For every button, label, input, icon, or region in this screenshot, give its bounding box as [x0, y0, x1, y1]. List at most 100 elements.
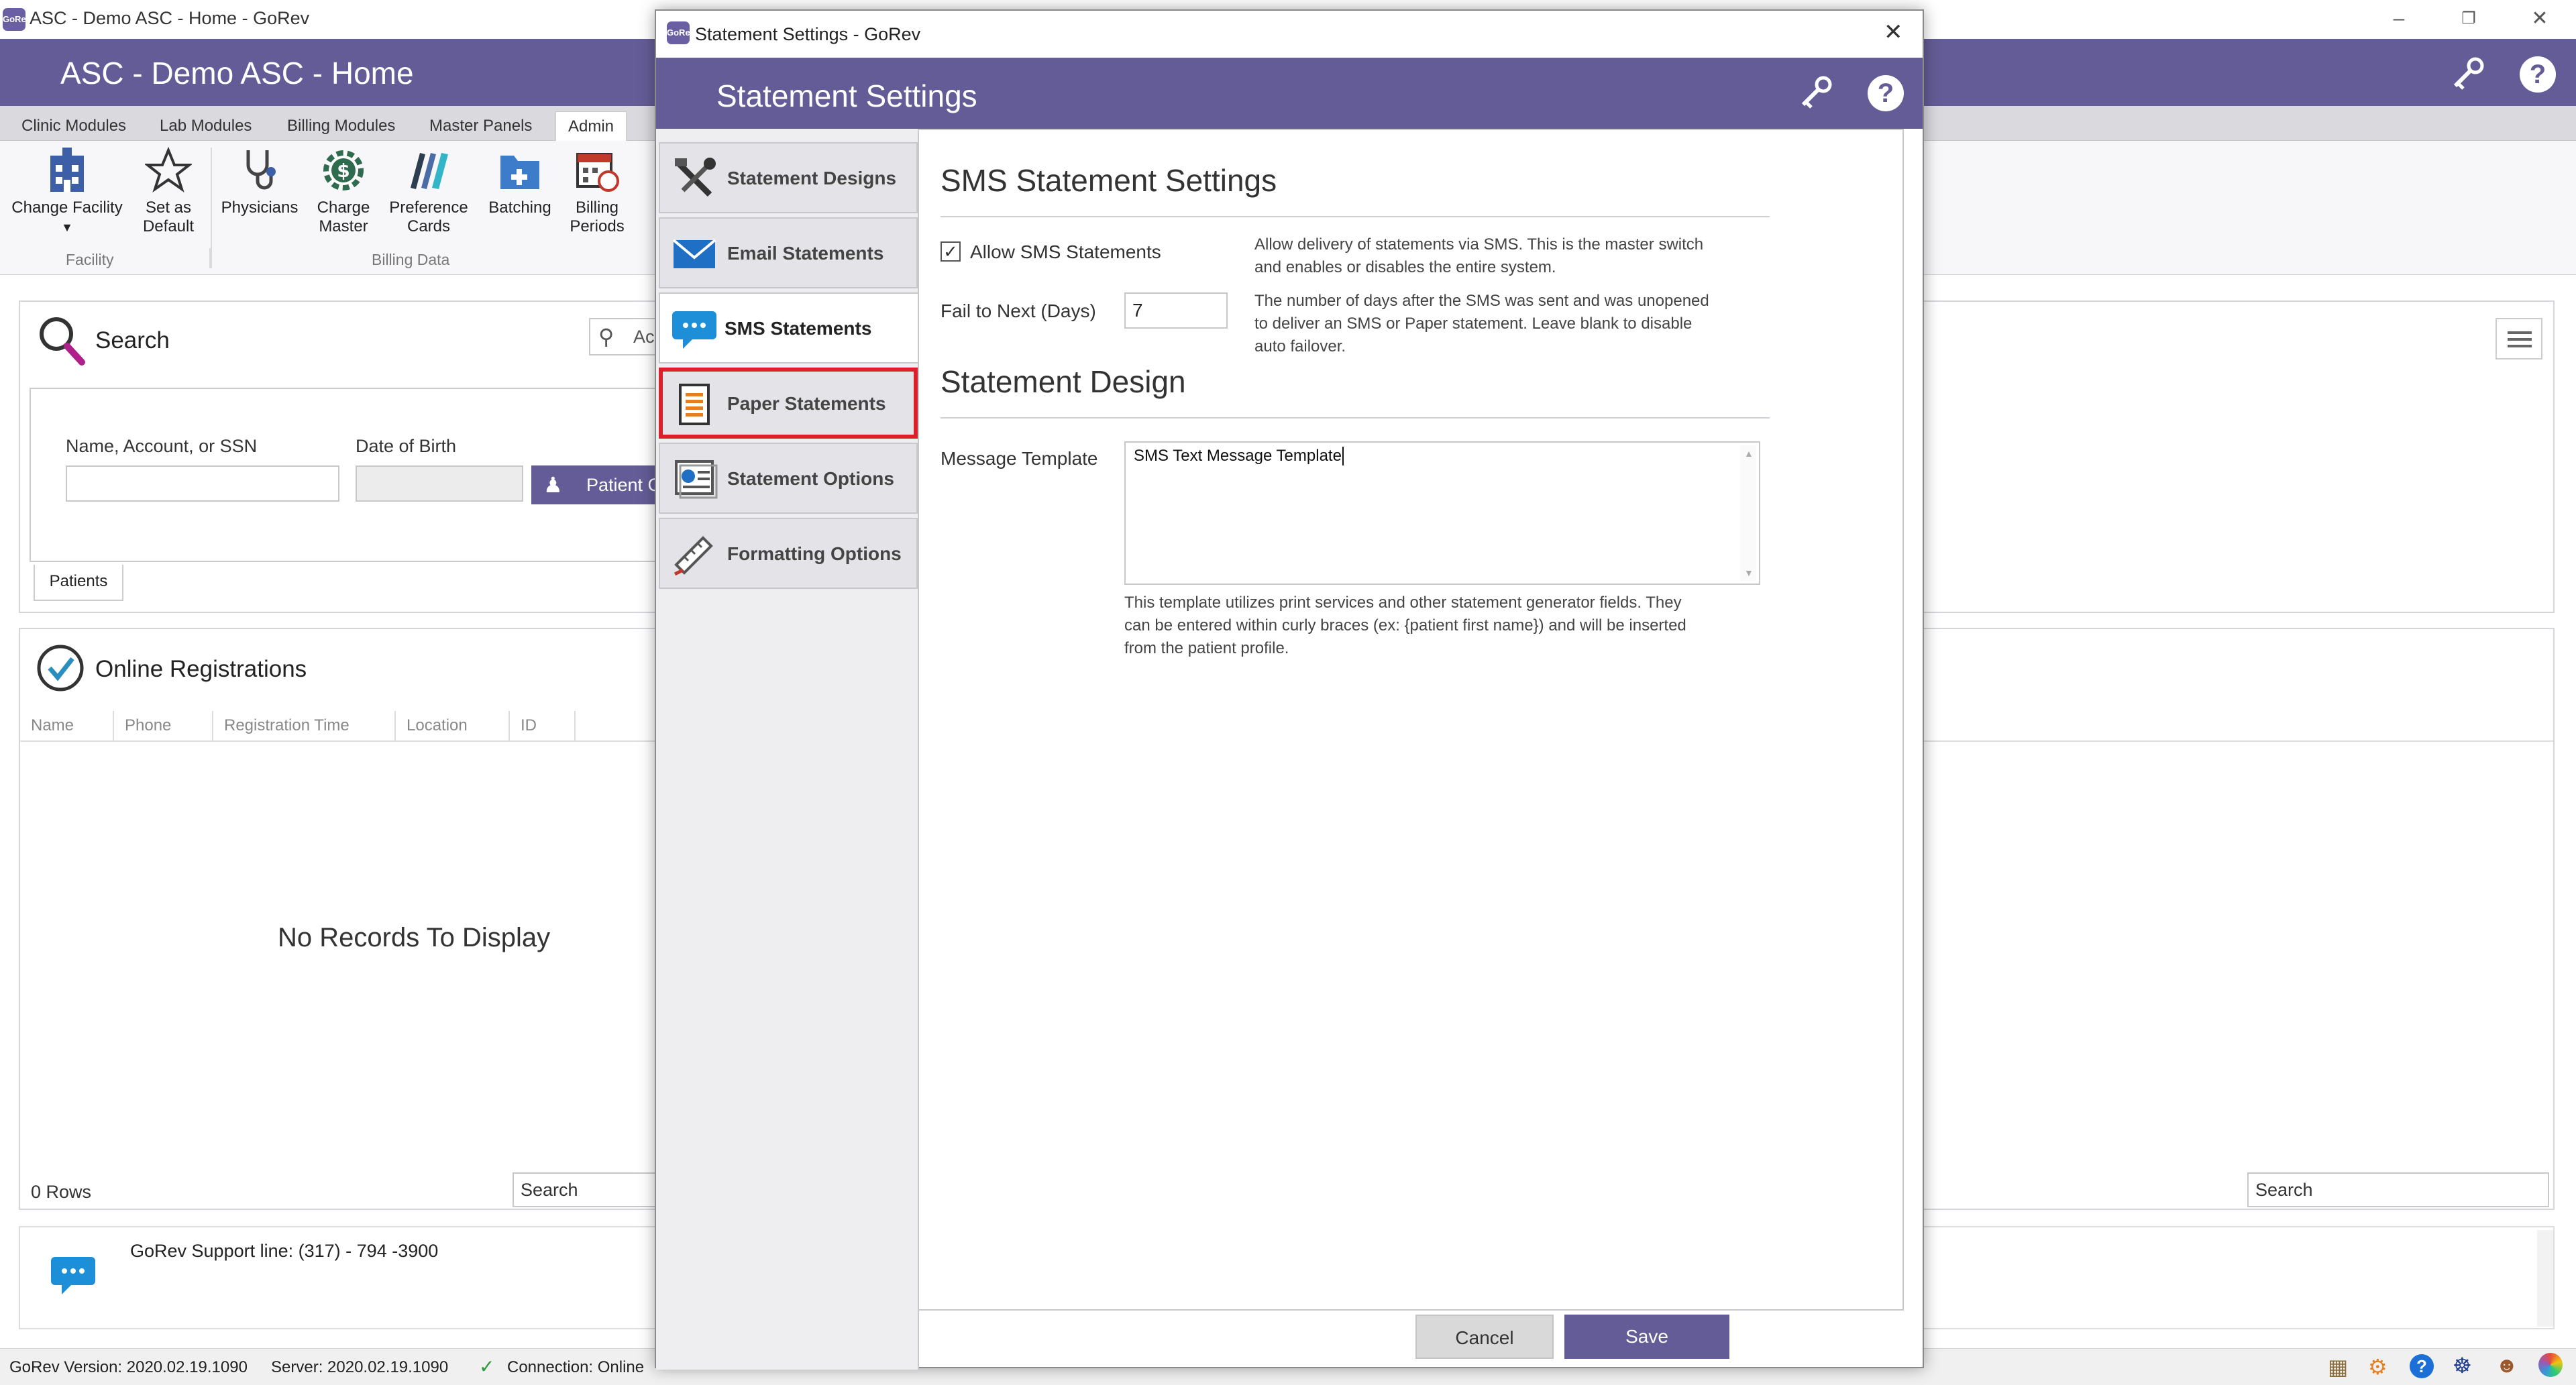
- message-template-textarea[interactable]: SMS Text Message Template ▲ ▼: [1124, 441, 1760, 585]
- check-circle-icon: [37, 645, 84, 691]
- allow-sms-checkbox[interactable]: ✓: [941, 241, 961, 262]
- name-account-ssn-label: Name, Account, or SSN: [66, 436, 258, 456]
- connection-status: Connection: Online: [507, 1358, 645, 1376]
- dialog-help-icon[interactable]: ?: [1868, 75, 1904, 111]
- envelope-icon: [672, 239, 716, 268]
- calendar-clock-icon: [576, 153, 619, 192]
- column-location[interactable]: Location: [396, 711, 510, 740]
- dialog-app-icon: GoRev: [667, 21, 695, 44]
- bug-icon[interactable]: ☸: [2453, 1353, 2472, 1378]
- tab-patients[interactable]: Patients: [34, 565, 123, 601]
- batching-label: Batching: [488, 199, 551, 217]
- template-help-line: can be entered within curly braces (ex: …: [1124, 616, 1686, 634]
- hamburger-icon-line: [2508, 345, 2532, 347]
- date-of-birth-label: Date of Birth: [356, 436, 457, 456]
- window-title: ASC - Demo ASC - Home - GoRev: [30, 8, 310, 28]
- fail-help-line: to deliver an SMS or Paper statement. Le…: [1254, 315, 1693, 333]
- support-scrollbar[interactable]: [2537, 1230, 2553, 1327]
- charge-master-label-1: Charge: [317, 199, 370, 217]
- nav-statement-options-label: Statement Options: [727, 468, 894, 489]
- gorev-app-icon: GoRev: [3, 8, 31, 31]
- close-window-button[interactable]: ✕: [2520, 4, 2560, 34]
- color-wheel-icon[interactable]: [2538, 1353, 2563, 1377]
- ribbon-divider: [211, 148, 212, 268]
- nav-formatting-options[interactable]: Formatting Options: [659, 518, 918, 589]
- set-as-default-button[interactable]: Set as Default: [131, 146, 205, 236]
- dialog-keys-icon[interactable]: [1796, 72, 1837, 113]
- fail-to-next-input[interactable]: 7: [1124, 292, 1228, 329]
- template-help-line: from the patient profile.: [1124, 639, 1289, 657]
- save-button[interactable]: Save: [1564, 1315, 1729, 1359]
- hospital-building-icon: [50, 148, 84, 192]
- folder-plus-icon: [500, 156, 539, 189]
- allow-sms-label: Allow SMS Statements: [970, 241, 1161, 262]
- column-id[interactable]: ID: [510, 711, 576, 740]
- tab-master-panels[interactable]: Master Panels: [417, 111, 544, 141]
- version-text: GoRev Version: 2020.02.19.1090: [9, 1358, 248, 1376]
- message-template-label: Message Template: [941, 448, 1098, 469]
- nav-sms-statements-label: SMS Statements: [724, 318, 872, 339]
- hamburger-icon-line: [2508, 338, 2532, 341]
- tab-clinic-modules[interactable]: Clinic Modules: [9, 111, 138, 141]
- paper-document-icon: [679, 384, 710, 425]
- dialog-content: SMS Statement Settings ✓ Allow SMS State…: [919, 129, 1923, 1309]
- notes-icon[interactable]: ▦: [2328, 1354, 2348, 1380]
- quick-search-input[interactable]: ⚲ Ac: [589, 318, 656, 355]
- name-account-ssn-input[interactable]: [66, 465, 339, 502]
- tab-lab-modules[interactable]: Lab Modules: [148, 111, 264, 141]
- patient-button-label: Patient C: [586, 475, 661, 495]
- user-support-icon[interactable]: ☻: [2496, 1353, 2518, 1378]
- preference-cards-label-2: Cards: [407, 217, 451, 235]
- column-registration-time[interactable]: Registration Time: [213, 711, 396, 740]
- person-icon: ♟: [543, 473, 563, 497]
- fail-to-next-help: The number of days after the SMS was sen…: [1254, 290, 1709, 358]
- dollar-gear-icon: $: [323, 150, 364, 190]
- nav-sms-statements[interactable]: SMS Statements: [659, 292, 918, 364]
- charge-master-button[interactable]: $ Charge Master: [306, 146, 381, 236]
- help-icon[interactable]: ?: [2520, 56, 2556, 93]
- statement-design-heading: Statement Design: [941, 364, 1186, 399]
- batching-button[interactable]: Batching: [479, 146, 561, 217]
- dialog-close-button[interactable]: ✕: [1884, 19, 1903, 46]
- keys-icon[interactable]: [2449, 54, 2489, 94]
- menu-button[interactable]: [2496, 318, 2542, 359]
- statement-options-icon: [675, 460, 718, 499]
- nav-email-statements[interactable]: Email Statements: [659, 217, 918, 288]
- billing-periods-label-2: Periods: [570, 217, 625, 235]
- nav-statement-options[interactable]: Statement Options: [659, 443, 918, 514]
- date-of-birth-input[interactable]: [356, 465, 523, 502]
- fail-help-line: The number of days after the SMS was sen…: [1254, 292, 1709, 310]
- settings-gear-icon[interactable]: ⚙: [2368, 1354, 2387, 1380]
- textarea-scrollbar[interactable]: ▲ ▼: [1740, 445, 1756, 581]
- server-text: Server: 2020.02.19.1090: [271, 1358, 449, 1376]
- billing-periods-button[interactable]: Billing Periods: [562, 146, 632, 236]
- column-name[interactable]: Name: [20, 711, 114, 740]
- change-facility-button[interactable]: Change Facility ▼: [8, 146, 126, 237]
- preference-cards-button[interactable]: Preference Cards: [385, 146, 472, 236]
- hamburger-icon: [2508, 331, 2532, 334]
- design-divider: [941, 417, 1770, 419]
- physicians-button[interactable]: Physicians: [217, 146, 302, 217]
- dialog-header-title: Statement Settings: [716, 78, 977, 113]
- nav-statement-designs[interactable]: Statement Designs: [659, 142, 918, 213]
- status-help-icon[interactable]: ?: [2410, 1354, 2434, 1378]
- right-search-input[interactable]: Search: [2247, 1172, 2549, 1207]
- tab-billing-modules[interactable]: Billing Modules: [275, 111, 407, 141]
- nav-paper-statements[interactable]: Paper Statements: [659, 368, 918, 439]
- statement-settings-dialog: GoRev Statement Settings - GoRev ✕ State…: [655, 9, 1924, 1370]
- restore-button[interactable]: ❐: [2449, 4, 2489, 34]
- cancel-button[interactable]: Cancel: [1415, 1315, 1554, 1359]
- preference-cards-label-1: Preference: [389, 199, 468, 217]
- column-phone[interactable]: Phone: [114, 711, 213, 740]
- sms-settings-heading: SMS Statement Settings: [941, 163, 1277, 198]
- allow-sms-help-line: and enables or disables the entire syste…: [1254, 258, 1556, 276]
- set-as-default-label-2: Default: [142, 217, 195, 235]
- tab-admin[interactable]: Admin: [555, 111, 627, 141]
- dialog-title: Statement Settings - GoRev: [695, 24, 921, 44]
- minimize-button[interactable]: –: [2379, 4, 2419, 34]
- cards-icon: [411, 153, 448, 189]
- nav-statement-designs-label: Statement Designs: [727, 168, 897, 188]
- patient-check-in-button[interactable]: ♟ Patient C: [531, 465, 665, 504]
- magnifier-icon: ⚲: [598, 325, 614, 349]
- registrations-search-input[interactable]: Search: [513, 1172, 660, 1207]
